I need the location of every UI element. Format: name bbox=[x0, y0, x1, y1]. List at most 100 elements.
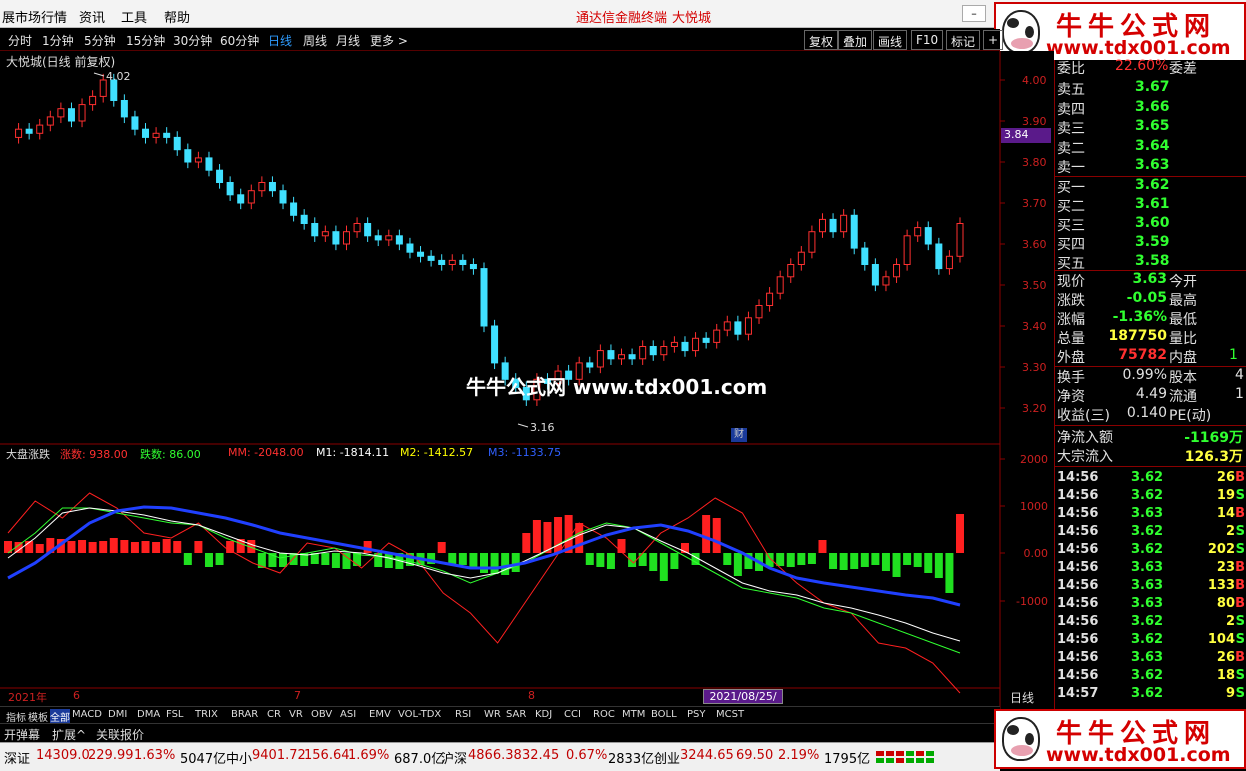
indicator-tab[interactable]: MCST bbox=[716, 709, 744, 720]
indicator-tab[interactable]: WR bbox=[484, 709, 501, 720]
period-tab[interactable]: 1分钟 bbox=[42, 32, 74, 49]
candle-body bbox=[639, 346, 647, 360]
sub-bar bbox=[532, 520, 541, 553]
related-quote-button[interactable]: 关联报价 bbox=[96, 726, 144, 743]
sub-bar bbox=[35, 544, 44, 553]
buy-row[interactable]: 买四 3.59 bbox=[1055, 234, 1246, 253]
indicator-tab[interactable]: OBV bbox=[311, 709, 332, 720]
tick-volume: 26 bbox=[1216, 470, 1235, 485]
index-hs-name[interactable]: 沪深 bbox=[441, 748, 467, 767]
indicator-tab[interactable]: CCI bbox=[564, 709, 581, 720]
period-more[interactable]: 更多 > bbox=[370, 32, 408, 49]
indicator-tab[interactable]: ROC bbox=[593, 709, 615, 720]
indicator-tab[interactable]: MTM bbox=[622, 709, 645, 720]
period-tab[interactable]: 周线 bbox=[303, 32, 327, 49]
overlay-button[interactable]: 叠加 bbox=[838, 30, 873, 50]
logo-url: www.tdx001.com bbox=[1046, 37, 1231, 59]
candle-body bbox=[374, 235, 382, 241]
period-tab[interactable]: 15分钟 bbox=[126, 32, 165, 49]
indicator-tab[interactable]: 模板 bbox=[28, 709, 48, 724]
indicator-tab[interactable]: BOLL bbox=[651, 709, 677, 720]
indicator-tab[interactable]: DMA bbox=[137, 709, 160, 720]
candle-body bbox=[628, 354, 636, 360]
weibi-value: 22.60% bbox=[1115, 58, 1169, 74]
expand-button[interactable]: 扩展^ bbox=[52, 726, 86, 743]
date-label: 2021年 bbox=[8, 691, 47, 704]
buy-row[interactable]: 买一 3.62 bbox=[1055, 177, 1246, 196]
index-sz-name[interactable]: 深证 bbox=[4, 748, 30, 767]
tick-direction: S bbox=[1235, 524, 1245, 539]
tick-price: 3.62 bbox=[1131, 470, 1164, 485]
candle-body bbox=[342, 231, 350, 245]
indicator-tab[interactable]: VOL-TDX bbox=[398, 709, 441, 720]
candle-body bbox=[776, 276, 784, 294]
stat2-label-2: PE(动) bbox=[1169, 408, 1212, 424]
buy-row[interactable]: 买二 3.61 bbox=[1055, 196, 1246, 215]
period-tab[interactable]: 月线 bbox=[336, 32, 360, 49]
indicator-tab[interactable]: MACD bbox=[72, 709, 102, 720]
tick-price: 3.63 bbox=[1131, 506, 1164, 521]
finance-tag[interactable]: 财 bbox=[731, 428, 747, 442]
mark-button[interactable]: 标记 bbox=[946, 30, 981, 50]
candle-body bbox=[459, 259, 467, 265]
stat2-value: 0.99% bbox=[1122, 367, 1167, 383]
index-zx-name[interactable]: 中小 bbox=[226, 748, 252, 767]
period-tab[interactable]: 5分钟 bbox=[84, 32, 116, 49]
candle-body bbox=[364, 223, 372, 237]
indicator-tab[interactable]: RSI bbox=[455, 709, 471, 720]
sub-bar bbox=[733, 553, 742, 576]
period-tab[interactable]: 30分钟 bbox=[173, 32, 212, 49]
sub-bar bbox=[120, 540, 129, 553]
indicator-tab[interactable]: EMV bbox=[369, 709, 391, 720]
fuquan-button[interactable]: 复权 bbox=[804, 30, 839, 50]
indicator-tab[interactable]: BRAR bbox=[231, 709, 258, 720]
danmu-button[interactable]: 开弹幕 bbox=[4, 726, 40, 743]
period-tab[interactable]: 60分钟 bbox=[220, 32, 259, 49]
indicator-tab[interactable]: KDJ bbox=[535, 709, 552, 720]
indicator-tab[interactable]: CR bbox=[267, 709, 281, 720]
menu-market[interactable]: 展市场行情 bbox=[2, 7, 67, 26]
indicator-tab[interactable]: VR bbox=[289, 709, 303, 720]
sub-bar bbox=[67, 541, 76, 553]
menu-news[interactable]: 资讯 bbox=[79, 7, 105, 26]
menu-help[interactable]: 帮助 bbox=[164, 7, 190, 26]
menu-tools[interactable]: 工具 bbox=[121, 7, 147, 26]
period-tab[interactable]: 分时 bbox=[8, 32, 32, 49]
index-cy-name[interactable]: 创业 bbox=[654, 748, 680, 767]
buy-row[interactable]: 买三 3.60 bbox=[1055, 215, 1246, 234]
f10-button[interactable]: F10 bbox=[911, 30, 944, 50]
indicator-tab[interactable]: 指标 bbox=[6, 709, 26, 724]
y-tick-label: 3.40 bbox=[1022, 320, 1047, 333]
stat2-label: 净资 bbox=[1057, 389, 1085, 405]
candle-body bbox=[787, 264, 795, 278]
stat-extra: 1 bbox=[1229, 347, 1238, 363]
indicator-tab[interactable]: PSY bbox=[687, 709, 706, 720]
tick-row: 14:56 3.63 14 B bbox=[1055, 506, 1246, 524]
minimize-icon[interactable]: – bbox=[962, 5, 986, 22]
candle-body bbox=[713, 329, 721, 343]
sub-bar bbox=[776, 553, 785, 566]
indicator-tab[interactable]: FSL bbox=[166, 709, 184, 720]
indicator-tab[interactable]: DMI bbox=[108, 709, 127, 720]
indicator-tab[interactable]: TRIX bbox=[195, 709, 218, 720]
sub-bar bbox=[903, 553, 912, 565]
sell-row[interactable]: 卖二 3.64 bbox=[1055, 138, 1246, 157]
sell-row[interactable]: 卖五 3.67 bbox=[1055, 79, 1246, 98]
candle-body bbox=[935, 243, 943, 270]
sub-legend-up: 涨数: 938.00 bbox=[60, 448, 128, 461]
indicator-tab[interactable]: SAR bbox=[506, 709, 526, 720]
period-tab-active[interactable]: 日线 bbox=[268, 32, 292, 49]
plus-button[interactable]: + bbox=[983, 30, 1004, 50]
sell-row[interactable]: 卖一 3.63 bbox=[1055, 157, 1246, 176]
indicator-tab[interactable]: 全部 bbox=[50, 709, 70, 724]
indicator-tab[interactable]: ASI bbox=[340, 709, 356, 720]
sell-row[interactable]: 卖三 3.65 bbox=[1055, 118, 1246, 137]
tick-row: 14:56 3.63 80 B bbox=[1055, 596, 1246, 614]
sub-bar bbox=[892, 553, 901, 577]
tick-row: 14:56 3.62 18 S bbox=[1055, 668, 1246, 686]
sub-legend-m2: M2: -1412.57 bbox=[400, 446, 474, 459]
sub-bar bbox=[839, 553, 848, 570]
candle-body bbox=[268, 182, 276, 192]
draw-button[interactable]: 画线 bbox=[873, 30, 908, 50]
sell-row[interactable]: 卖四 3.66 bbox=[1055, 99, 1246, 118]
